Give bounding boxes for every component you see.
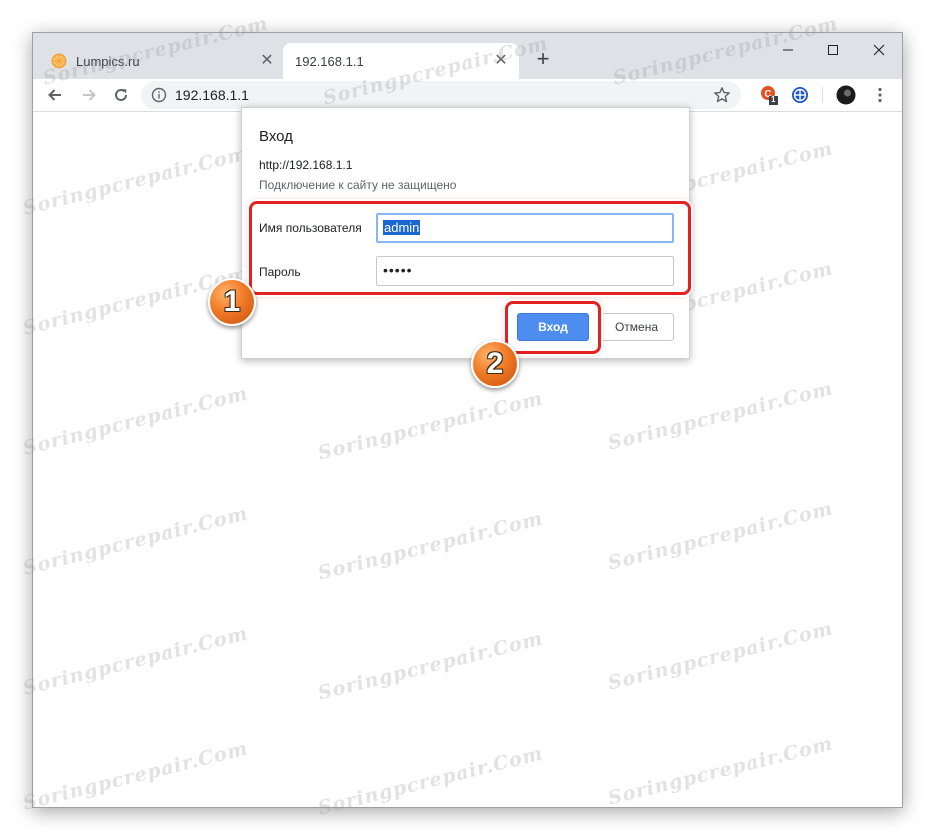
password-value: ••••• [383, 262, 413, 278]
password-label: Пароль [259, 265, 301, 279]
tab-title: 192.168.1.1 [295, 53, 364, 69]
new-tab-icon[interactable]: + [531, 48, 555, 72]
toolbar-divider [822, 87, 823, 103]
tab-lumpics[interactable]: Lumpics.ru ✕ [39, 43, 285, 79]
back-arrow-icon[interactable] [43, 83, 67, 107]
info-icon[interactable] [151, 87, 167, 103]
login-button[interactable]: Вход [517, 313, 589, 341]
username-label: Имя пользователя [259, 221, 362, 235]
tab-strip: Lumpics.ru ✕ 192.168.1.1 ✕ + [33, 33, 902, 79]
step-2-badge: 2 [471, 340, 519, 388]
auth-dialog: Вход http://192.168.1.1 Подключение к са… [241, 107, 690, 359]
profile-avatar[interactable] [836, 85, 856, 105]
bookmark-star-icon[interactable] [713, 86, 731, 104]
password-field[interactable]: ••••• [376, 256, 674, 286]
connection-warning: Подключение к сайту не защищено [259, 178, 457, 192]
close-tab-icon[interactable]: ✕ [493, 53, 509, 69]
username-value: admin [383, 220, 421, 235]
dialog-title: Вход [259, 128, 293, 145]
minimize-icon[interactable] [768, 39, 808, 61]
extension-badge: 1 [771, 95, 776, 104]
cancel-button[interactable]: Отмена [599, 313, 674, 341]
more-menu-icon[interactable] [870, 85, 890, 105]
orange-slice-icon [51, 53, 67, 69]
maximize-icon[interactable] [813, 39, 853, 61]
vpn-globe-icon[interactable] [790, 85, 810, 105]
close-tab-icon[interactable]: ✕ [259, 53, 275, 69]
address-text: 192.168.1.1 [175, 87, 249, 103]
reload-icon[interactable] [109, 83, 133, 107]
username-field[interactable]: admin [376, 213, 674, 243]
tab-router[interactable]: 192.168.1.1 ✕ [283, 43, 519, 79]
extension-icon[interactable]: C 1 [759, 85, 779, 105]
step-1-badge: 1 [208, 278, 256, 326]
dialog-url: http://192.168.1.1 [259, 158, 353, 172]
address-bar[interactable]: 192.168.1.1 [141, 81, 741, 109]
tab-title: Lumpics.ru [76, 53, 140, 69]
forward-arrow-icon[interactable] [77, 83, 101, 107]
close-window-icon[interactable] [859, 39, 899, 61]
